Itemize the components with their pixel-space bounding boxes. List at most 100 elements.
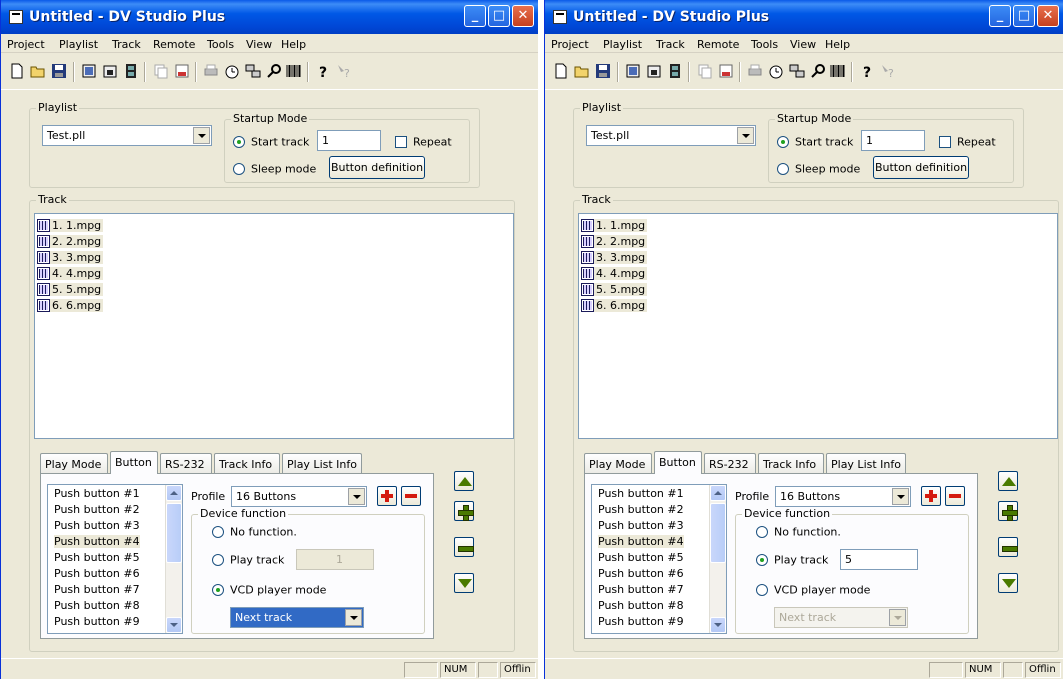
radio-indicator[interactable]	[233, 136, 245, 148]
vertical-scrollbar[interactable]	[165, 485, 182, 633]
list-item[interactable]: Push button #3	[598, 519, 684, 532]
list-item[interactable]: Push button #5	[54, 551, 140, 564]
chevron-down-icon[interactable]	[345, 609, 362, 626]
save-icon[interactable]	[51, 63, 67, 79]
import-icon[interactable]	[625, 63, 641, 79]
copy-icon[interactable]	[153, 63, 169, 79]
track-list-item[interactable]: 5. 5.mpg	[581, 282, 648, 298]
close-button[interactable]: ✕	[1037, 5, 1059, 27]
scroll-down-icon[interactable]	[166, 617, 182, 633]
add-profile-button[interactable]	[377, 486, 397, 506]
title-bar[interactable]: Untitled - DV Studio Plus _ □ ✕	[1, 0, 538, 34]
remove-button[interactable]	[454, 537, 474, 557]
maximize-button[interactable]: □	[1013, 5, 1035, 27]
list-item[interactable]: Push button #2	[54, 503, 140, 516]
button-definition-button[interactable]: Button definition	[873, 156, 969, 179]
new-icon[interactable]	[553, 63, 569, 79]
menu-help[interactable]: Help	[825, 38, 850, 51]
tab-button[interactable]: Button	[654, 451, 702, 474]
close-button[interactable]: ✕	[512, 5, 534, 27]
menu-view[interactable]: View	[246, 38, 272, 51]
track-list-item[interactable]: 4. 4.mpg	[37, 266, 104, 282]
start-track-radio[interactable]: Start track	[777, 135, 853, 151]
network-icon[interactable]	[789, 63, 805, 79]
radio-indicator[interactable]	[777, 136, 789, 148]
add-button[interactable]	[998, 501, 1018, 521]
track-list[interactable]: 1. 1.mpg 2. 2.mpg 3. 3.mpg 4. 4.mpg 5. 5…	[578, 213, 1058, 439]
film-icon[interactable]	[123, 63, 139, 79]
save-icon[interactable]	[595, 63, 611, 79]
list-item[interactable]: Push button #9	[54, 615, 140, 628]
menu-view[interactable]: View	[790, 38, 816, 51]
list-item[interactable]: Push button #2	[598, 503, 684, 516]
list-item[interactable]: Push button #7	[598, 583, 684, 596]
track-list-item[interactable]: 4. 4.mpg	[581, 266, 648, 282]
radio-indicator[interactable]	[756, 584, 768, 596]
vcd-action-select[interactable]: Next track	[230, 607, 364, 628]
menu-tools[interactable]: Tools	[207, 38, 234, 51]
checkbox-indicator[interactable]	[395, 136, 407, 148]
open-icon[interactable]	[574, 63, 590, 79]
play-track-input[interactable]: 5	[840, 549, 918, 570]
track-list-item[interactable]: 3. 3.mpg	[37, 250, 104, 266]
open-icon[interactable]	[30, 63, 46, 79]
move-up-button[interactable]	[998, 471, 1018, 491]
search-icon[interactable]	[266, 63, 282, 79]
move-up-button[interactable]	[454, 471, 474, 491]
menu-project[interactable]: Project	[7, 38, 45, 51]
track-list-item[interactable]: 2. 2.mpg	[37, 234, 104, 250]
barcode-icon[interactable]	[830, 63, 846, 79]
move-down-button[interactable]	[998, 573, 1018, 593]
list-item[interactable]: Push button #5	[598, 551, 684, 564]
chevron-down-icon[interactable]	[889, 609, 906, 626]
list-item[interactable]: Push button #3	[54, 519, 140, 532]
radio-indicator[interactable]	[756, 554, 768, 566]
button-definition-button[interactable]: Button definition	[329, 156, 425, 179]
chevron-down-icon[interactable]	[892, 488, 909, 505]
tab-button[interactable]: Button	[110, 451, 158, 474]
tab-rs232[interactable]: RS-232	[704, 453, 756, 473]
list-item[interactable]: Push button #8	[598, 599, 684, 612]
new-icon[interactable]	[9, 63, 25, 79]
repeat-checkbox[interactable]: Repeat	[395, 135, 452, 151]
tab-play-list-info[interactable]: Play List Info	[826, 453, 906, 473]
move-down-button[interactable]	[454, 573, 474, 593]
sleep-mode-radio[interactable]: Sleep mode	[233, 162, 316, 178]
scroll-thumb[interactable]	[166, 503, 182, 563]
add-button[interactable]	[454, 501, 474, 521]
context-help-icon[interactable]: ?	[336, 63, 352, 79]
play-track-radio[interactable]: Play track	[756, 553, 828, 569]
playlist-select[interactable]: Test.pll	[42, 125, 212, 146]
profile-select[interactable]: 16 Buttons	[231, 486, 367, 507]
push-button-list[interactable]: Push button #1 Push button #2 Push butto…	[47, 484, 183, 634]
export-icon[interactable]	[646, 63, 662, 79]
chevron-down-icon[interactable]	[737, 127, 754, 144]
print-icon[interactable]	[203, 63, 219, 79]
maximize-button[interactable]: □	[488, 5, 510, 27]
timer-icon[interactable]	[768, 63, 784, 79]
radio-indicator[interactable]	[756, 526, 768, 538]
export-icon[interactable]	[102, 63, 118, 79]
play-track-radio[interactable]: Play track	[212, 553, 284, 569]
list-item[interactable]: Push button #9	[598, 615, 684, 628]
timer-icon[interactable]	[224, 63, 240, 79]
minimize-button[interactable]: _	[464, 5, 486, 27]
track-list[interactable]: 1. 1.mpg 2. 2.mpg 3. 3.mpg 4. 4.mpg 5. 5…	[34, 213, 514, 439]
play-track-input[interactable]: 1	[296, 549, 374, 570]
help-icon[interactable]: ?	[315, 63, 331, 79]
vertical-scrollbar[interactable]	[709, 485, 726, 633]
remove-profile-button[interactable]	[945, 486, 965, 506]
track-list-item[interactable]: 1. 1.mpg	[581, 218, 648, 234]
radio-indicator[interactable]	[212, 584, 224, 596]
radio-indicator[interactable]	[212, 554, 224, 566]
title-bar[interactable]: Untitled - DV Studio Plus _ □ ✕	[545, 0, 1063, 34]
list-item[interactable]: Push button #6	[598, 567, 684, 580]
add-profile-button[interactable]	[921, 486, 941, 506]
list-item[interactable]: Push button #1	[54, 487, 140, 500]
minimize-button[interactable]: _	[989, 5, 1011, 27]
menu-track[interactable]: Track	[656, 38, 685, 51]
start-track-input[interactable]: 1	[317, 130, 381, 151]
menu-track[interactable]: Track	[112, 38, 141, 51]
radio-indicator[interactable]	[777, 163, 789, 175]
chevron-down-icon[interactable]	[348, 488, 365, 505]
